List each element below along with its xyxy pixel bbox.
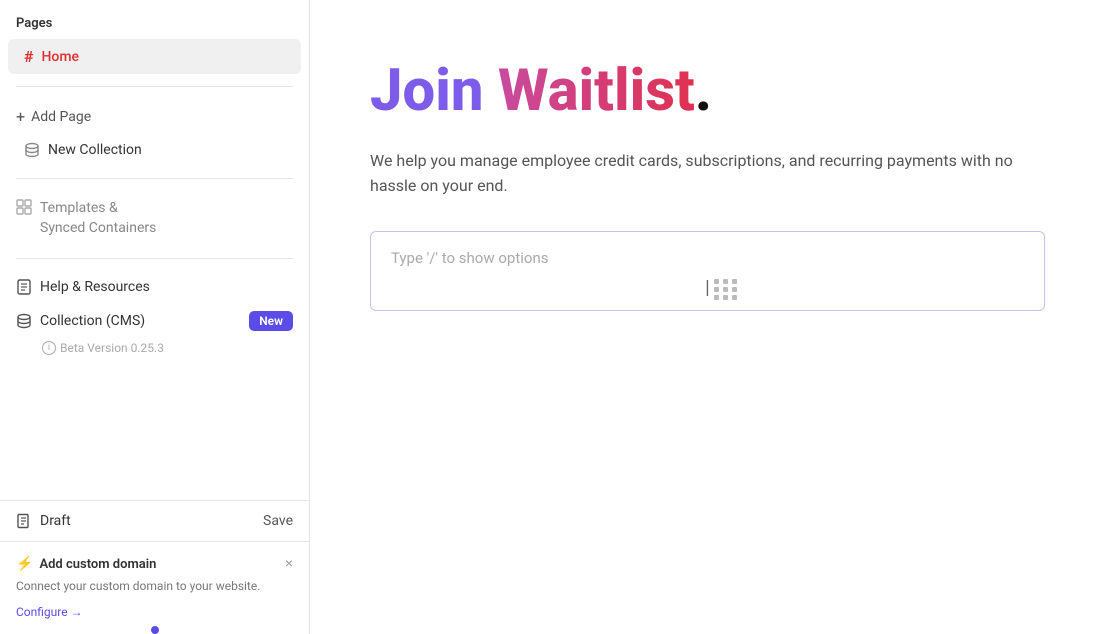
save-button[interactable]: Save	[263, 513, 293, 529]
beta-version-label: Beta Version 0.25.3	[60, 341, 164, 355]
grid-dot	[732, 279, 737, 284]
hero-subtitle: We help you manage employee credit cards…	[370, 148, 1045, 199]
type-input-placeholder: Type '/' to show options	[391, 249, 548, 267]
add-page-row[interactable]: + Add Page	[0, 99, 309, 134]
help-resources-row[interactable]: Help & Resources	[0, 271, 309, 303]
beta-version-row: i Beta Version 0.25.3	[0, 339, 309, 363]
sidebar: Pages # Home + Add Page New Collection	[0, 0, 310, 634]
custom-domain-title: Add custom domain	[39, 557, 156, 572]
draft-label: Draft	[40, 513, 71, 529]
lightning-icon: ⚡	[16, 556, 33, 572]
grid-dot	[714, 287, 719, 292]
configure-link[interactable]: Configure →	[16, 605, 83, 619]
grid-dot	[723, 295, 728, 300]
draft-row: Draft Save	[0, 501, 309, 542]
sidebar-content: Pages # Home + Add Page New Collection	[0, 0, 309, 500]
divider-3	[16, 258, 293, 259]
hero-title: Join Waitlist.	[370, 60, 1045, 124]
templates-label: Templates &Synced Containers	[40, 199, 156, 238]
grid-dot	[723, 287, 728, 292]
plus-icon: +	[16, 107, 25, 126]
collection-cms-label: Collection (CMS)	[40, 313, 145, 329]
cursor-bar: |	[703, 277, 713, 296]
hero-join: Join	[370, 57, 498, 125]
sidebar-bottom: Draft Save ⚡ Add custom domain × Connect…	[0, 500, 309, 634]
book-icon	[16, 279, 32, 295]
hero-dot: .	[695, 57, 712, 125]
hash-icon: #	[24, 47, 33, 66]
collection-cms-row[interactable]: Collection (CMS) New	[0, 303, 309, 339]
grid-icon	[16, 199, 32, 215]
home-label: Home	[41, 49, 79, 65]
sidebar-item-new-collection[interactable]: New Collection	[8, 134, 301, 166]
help-resources-label: Help & Resources	[40, 279, 150, 295]
collection-row-left: Collection (CMS)	[16, 313, 145, 329]
info-icon: i	[42, 341, 56, 355]
draft-icon	[16, 513, 32, 529]
main-content: Join Waitlist. We help you manage employ…	[310, 0, 1105, 634]
cylinder-icon	[24, 142, 40, 158]
grid-dot	[714, 279, 719, 284]
add-page-label: Add Page	[31, 109, 91, 125]
sidebar-item-home[interactable]: # Home	[8, 39, 301, 74]
custom-domain-header: ⚡ Add custom domain	[16, 556, 293, 572]
grid-dot	[732, 295, 737, 300]
hero-waitlist: Waitlist	[498, 57, 695, 125]
type-input-area[interactable]: Type '/' to show options |	[370, 231, 1045, 311]
grid-dot	[714, 295, 719, 300]
divider-2	[16, 178, 293, 179]
pages-section-label: Pages	[0, 16, 309, 39]
new-collection-label: New Collection	[48, 142, 142, 158]
new-badge[interactable]: New	[249, 311, 293, 331]
grid-dot	[732, 287, 737, 292]
collection-icon	[16, 313, 32, 329]
templates-row[interactable]: Templates &Synced Containers	[0, 191, 309, 246]
close-button[interactable]: ×	[285, 556, 293, 570]
custom-domain-desc: Connect your custom domain to your websi…	[16, 578, 293, 595]
divider-1	[16, 86, 293, 87]
grid-dot	[723, 279, 728, 284]
custom-domain-card: ⚡ Add custom domain × Connect your custo…	[0, 542, 309, 634]
draft-left: Draft	[16, 513, 71, 529]
scroll-indicator	[151, 626, 159, 634]
